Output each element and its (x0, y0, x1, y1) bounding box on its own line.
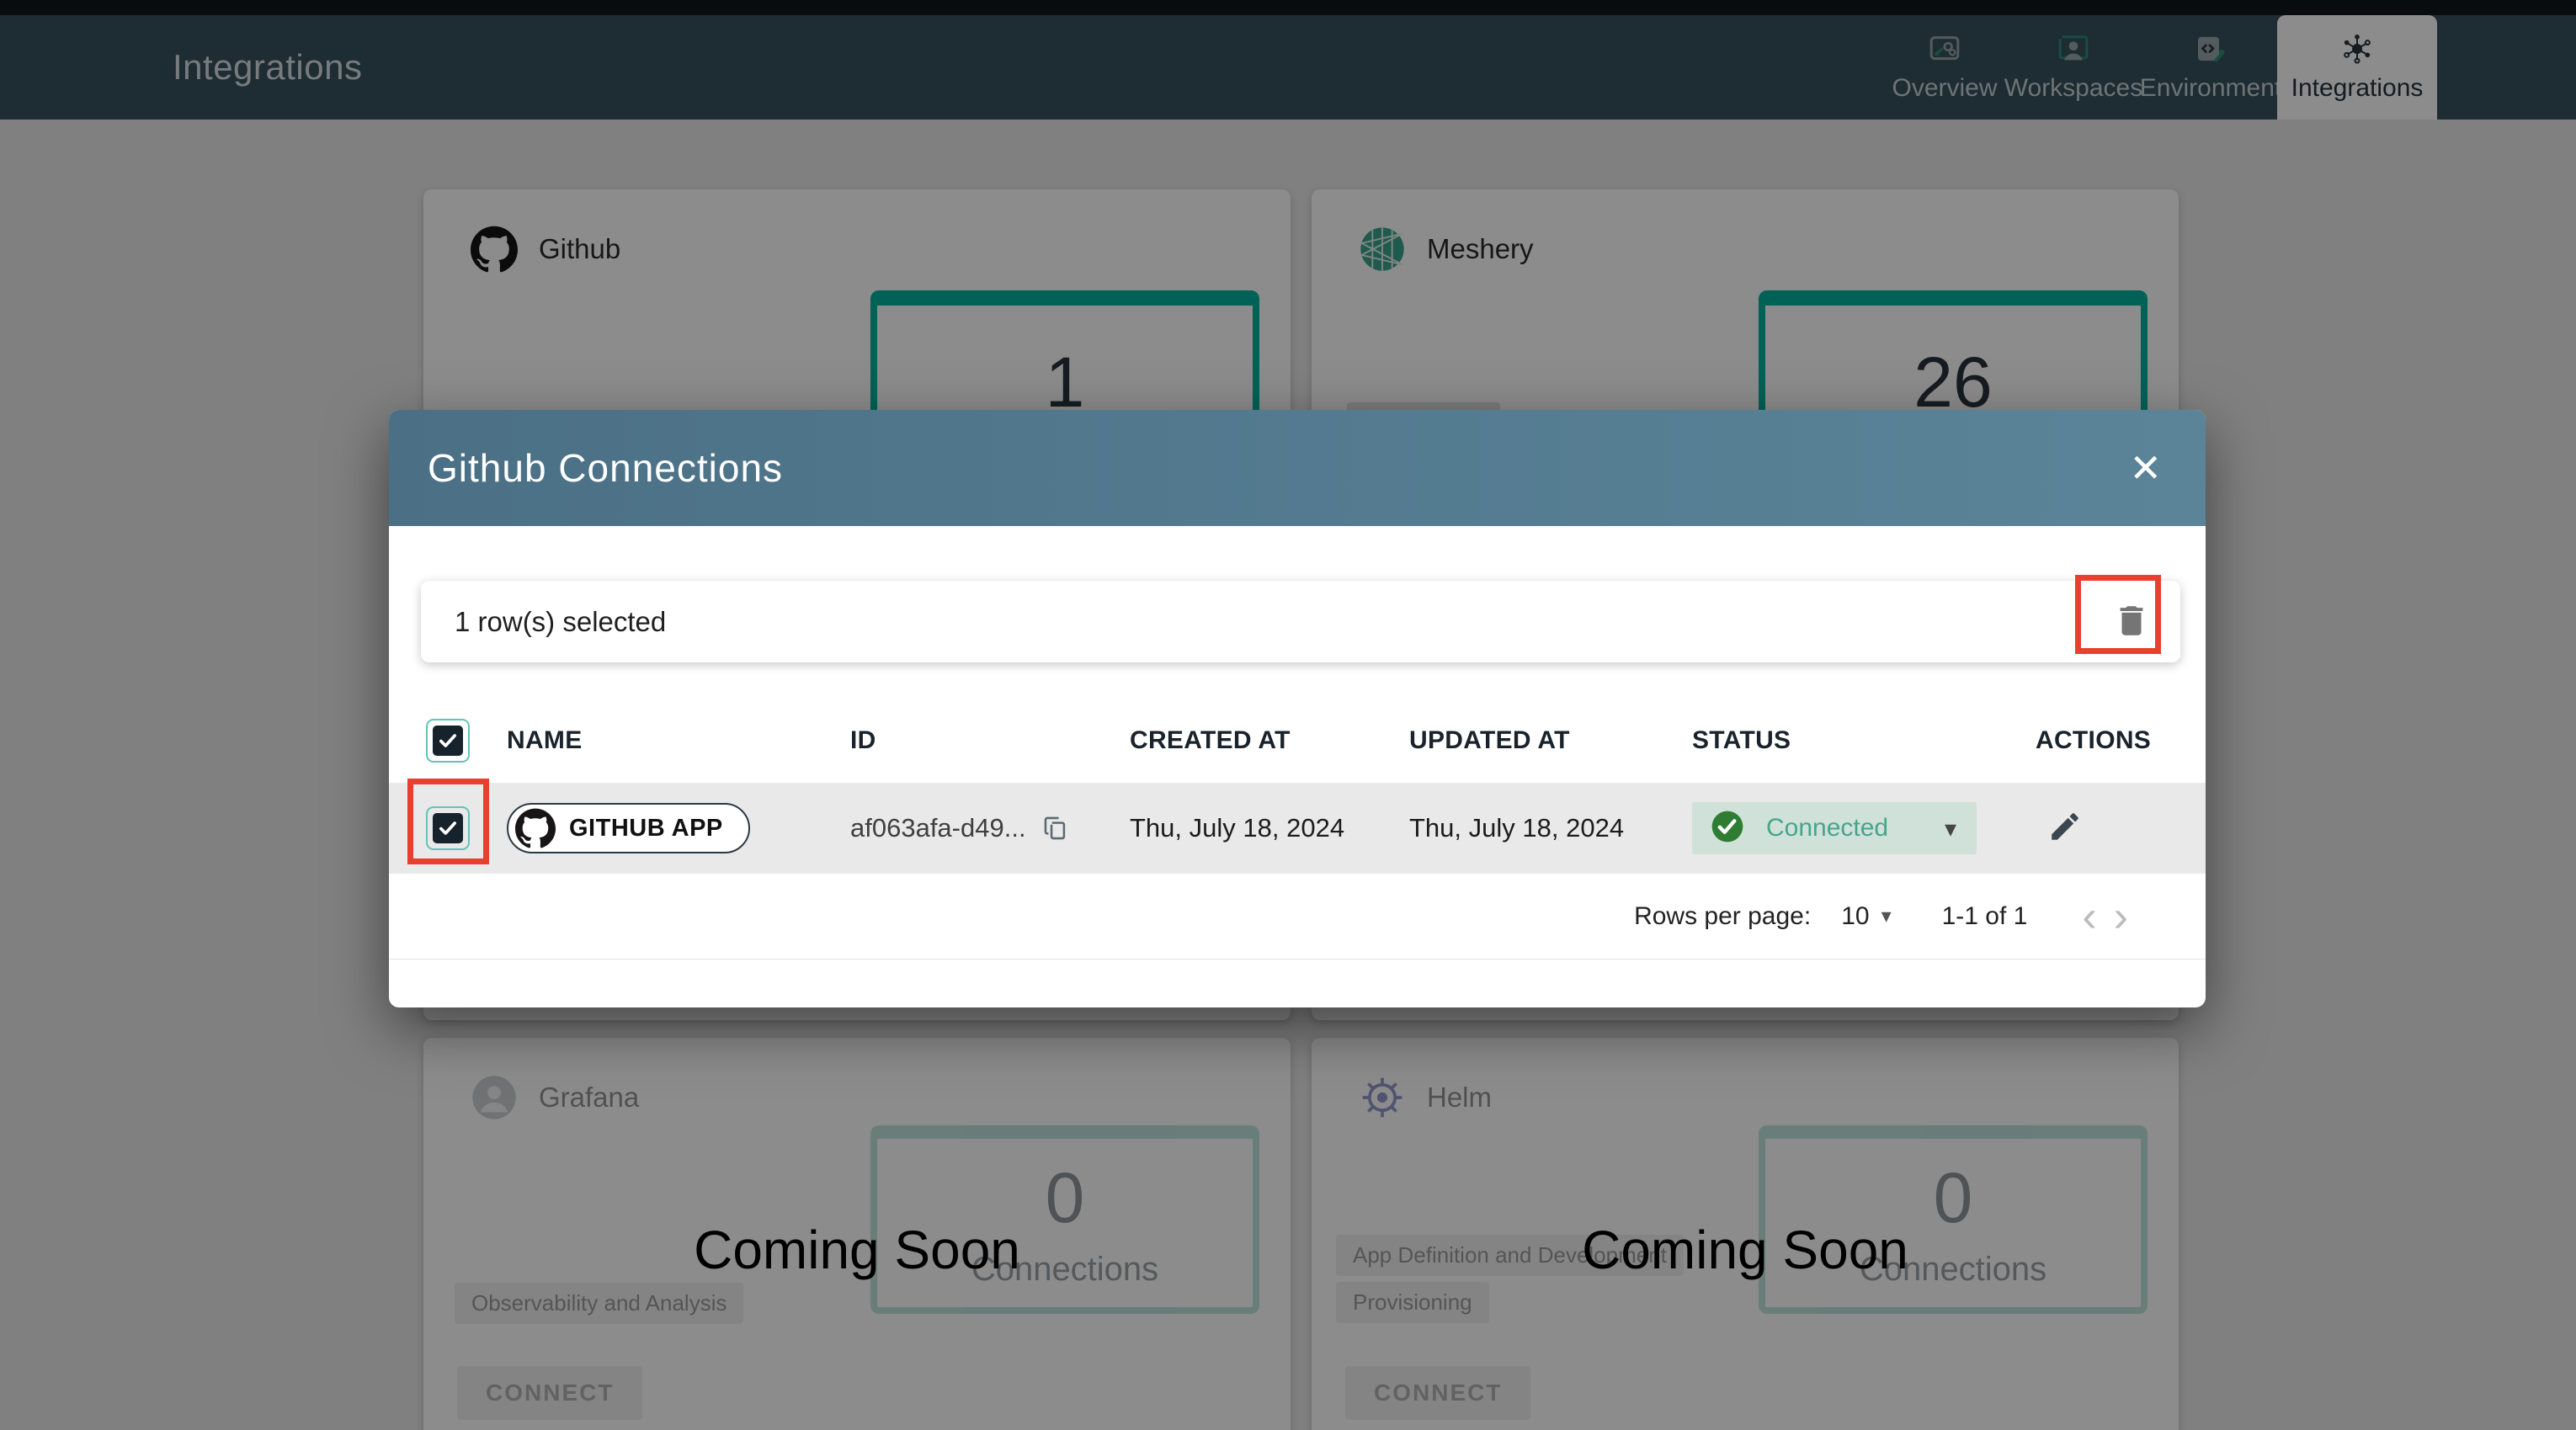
modal-header: Github Connections ✕ (389, 410, 2206, 526)
pencil-icon (2052, 812, 2078, 840)
column-header-status[interactable]: STATUS (1692, 726, 2036, 755)
github-octocat-icon (515, 808, 556, 848)
checkbox-check-icon (433, 726, 463, 756)
chevron-down-icon: ▾ (1881, 905, 1892, 928)
edit-connection-button[interactable] (2047, 809, 2083, 847)
previous-page-button[interactable]: ‹ (2073, 895, 2105, 938)
close-icon[interactable]: ✕ (2124, 444, 2167, 492)
copy-id-button[interactable] (1041, 814, 1070, 843)
modal-title: Github Connections (428, 446, 784, 490)
selection-toolbar: 1 row(s) selected (421, 581, 2180, 662)
rows-per-page-value: 10 (1841, 901, 1870, 930)
checkbox-check-icon (433, 813, 463, 843)
delete-selected-button[interactable] (2112, 601, 2151, 642)
connection-name: GITHUB APP (569, 814, 723, 842)
table-header: NAME ID CREATED AT UPDATED AT STATUS ACT… (389, 699, 2206, 783)
chevron-down-icon: ▾ (1944, 815, 1956, 842)
pagination-range: 1-1 of 1 (1941, 901, 2028, 930)
row-checkbox[interactable] (426, 806, 470, 850)
status-label: Connected (1766, 814, 1889, 842)
copy-icon (1044, 816, 1065, 840)
connection-name-chip[interactable]: GITHUB APP (507, 803, 750, 853)
column-header-updated-at[interactable]: UPDATED AT (1409, 726, 1692, 755)
rows-per-page-select[interactable]: 10 ▾ (1841, 902, 1891, 931)
column-header-actions[interactable]: ACTIONS (2036, 726, 2206, 755)
table-pagination: Rows per page: 10 ▾ 1-1 of 1 ‹ › (389, 874, 2206, 960)
column-header-id[interactable]: ID (850, 726, 1130, 755)
rows-per-page-label: Rows per page: (1634, 901, 1812, 930)
github-connections-modal: Github Connections ✕ 1 row(s) selected N… (389, 410, 2206, 1007)
column-header-name[interactable]: NAME (507, 726, 850, 755)
next-page-button[interactable]: › (2105, 895, 2137, 938)
status-check-icon (1711, 810, 1744, 848)
status-dropdown[interactable]: Connected ▾ (1692, 802, 1977, 854)
selected-rows-text: 1 row(s) selected (455, 605, 667, 637)
created-at-value: Thu, July 18, 2024 (1130, 813, 1345, 843)
updated-at-value: Thu, July 18, 2024 (1409, 813, 1625, 843)
connection-id: af063afa-d49... (850, 813, 1026, 843)
column-header-created-at[interactable]: CREATED AT (1130, 726, 1409, 755)
trash-icon (2112, 605, 2151, 642)
select-all-checkbox[interactable] (426, 719, 470, 763)
table-row: GITHUB APP af063afa-d49... Thu, July 18,… (389, 783, 2206, 874)
